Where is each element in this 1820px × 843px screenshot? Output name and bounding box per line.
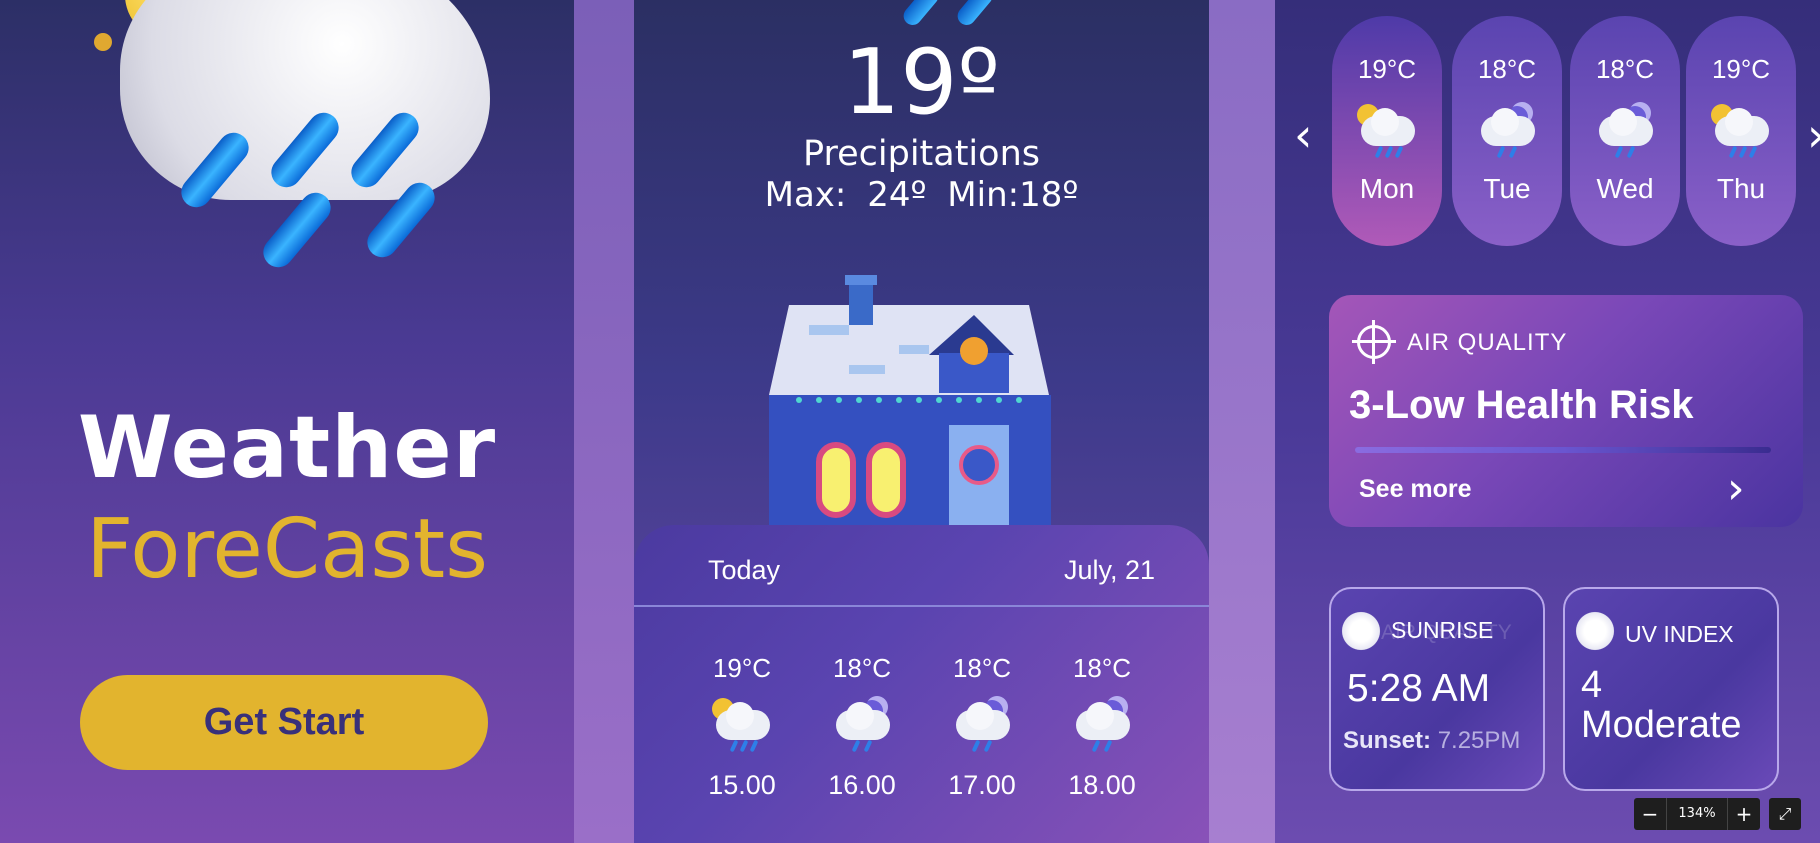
crosshair-icon [1352,320,1396,364]
zoom-controls: − 134% + [1634,798,1760,830]
air-quality-bar [1355,447,1771,453]
sunset-time: 7.25PM [1437,727,1521,754]
zoom-out-button[interactable]: − [1634,798,1666,830]
hourly-temp: 18°C [832,653,892,683]
today-label: Today [708,555,781,585]
today-forecast-card: Today July, 21 19°C 15.00 18°C 16.00 18°… [634,525,1209,843]
day-item-wed[interactable]: 18°C Wed [1570,16,1680,246]
moon-cloud-rain-icon [1070,696,1134,753]
details-panel: ‹ › 19°C Mon 18°C Tue 18°C Wed 19°C Thu [1275,0,1820,843]
current-temperature: 19º [843,30,1000,135]
sun-icon [1339,609,1383,653]
fullscreen-button[interactable]: ⤢ [1769,798,1801,830]
hourly-item[interactable]: 19°C 15.00 [694,653,790,801]
hourly-time: 16.00 [828,770,896,800]
air-quality-card[interactable]: AIR QUALITY 3-Low Health Risk See more › [1329,295,1803,527]
uv-label: UV INDEX [1625,621,1734,647]
hero-title: Weather [77,398,497,498]
day-temp: 18°C [1595,54,1655,84]
hero-subtitle: ForeCasts [86,502,488,597]
day-label: Tue [1483,173,1531,204]
current-weather-panel: 19º Precipitations Max: 24º Min:18º Toda… [634,0,1209,843]
sunrise-card[interactable]: AIR QUALITY SUNRISE 5:28 AM Sunset: 7.25… [1329,587,1545,791]
house-illustration [769,275,1051,535]
hourly-time: 18.00 [1068,770,1136,800]
hourly-temp: 18°C [1072,653,1132,683]
sun-cloud-rain-icon [710,696,774,753]
sun-cloud-rain-icon [1709,102,1773,159]
zoom-level: 134% [1666,798,1728,830]
day-label: Wed [1596,173,1654,204]
day-temp: 19°C [1357,54,1417,84]
get-start-button[interactable]: Get Start [80,675,488,770]
air-quality-value: 3-Low Health Risk [1349,383,1694,427]
sunrise-time: 5:28 AM [1347,667,1491,710]
day-label: Thu [1716,173,1766,204]
hourly-item[interactable]: 18°C 18.00 [1054,653,1150,801]
sunset-label: Sunset: [1343,727,1432,754]
hero-panel: Weather ForeCasts Get Start [0,0,574,843]
see-more-link[interactable]: See more [1359,475,1472,504]
day-temp: 19°C [1711,54,1771,84]
sun-icon [1573,609,1617,653]
chevron-left-icon[interactable]: ‹ [1294,108,1312,162]
today-date: July, 21 [1063,555,1155,585]
uv-index-card[interactable]: UV INDEX 4 Moderate [1563,587,1779,791]
chevron-right-icon[interactable]: › [1807,108,1820,162]
day-item-mon[interactable]: 19°C Mon [1332,16,1442,246]
zoom-in-button[interactable]: + [1728,798,1760,830]
hourly-time: 17.00 [948,770,1016,800]
moon-cloud-rain-icon [1475,102,1539,159]
sunrise-label: SUNRISE [1391,617,1494,643]
hourly-item[interactable]: 18°C 17.00 [934,653,1030,801]
hourly-time: 15.00 [708,770,776,800]
uv-level: Moderate [1581,704,1742,746]
moon-cloud-rain-icon [1593,102,1657,159]
moon-cloud-rain-icon [950,696,1014,753]
uv-number: 4 [1581,664,1603,706]
condition-label: Precipitations [802,134,1040,174]
hourly-temp: 19°C [712,653,772,683]
day-item-thu[interactable]: 19°C Thu [1686,16,1796,246]
uv-value: 4 Moderate [1581,665,1742,745]
chevron-right-icon[interactable]: › [1727,463,1745,514]
sun-cloud-rain-icon [1355,102,1419,159]
background-strip [1209,0,1275,843]
divider [634,605,1209,607]
raindrop-icon [953,0,997,29]
max-min-temperature: Max: 24º Min:18º [764,175,1079,215]
day-item-tue[interactable]: 18°C Tue [1452,16,1562,246]
hourly-temp: 18°C [952,653,1012,683]
background-strip [574,0,634,843]
raindrop-icon [899,0,943,29]
moon-cloud-rain-icon [830,696,894,753]
hourly-item[interactable]: 18°C 16.00 [814,653,910,801]
air-quality-label: AIR QUALITY [1407,329,1568,356]
day-temp: 18°C [1477,54,1537,84]
sunset-info: Sunset: 7.25PM [1343,727,1520,755]
sparkle-dot [94,33,112,51]
day-label: Mon [1359,173,1415,204]
